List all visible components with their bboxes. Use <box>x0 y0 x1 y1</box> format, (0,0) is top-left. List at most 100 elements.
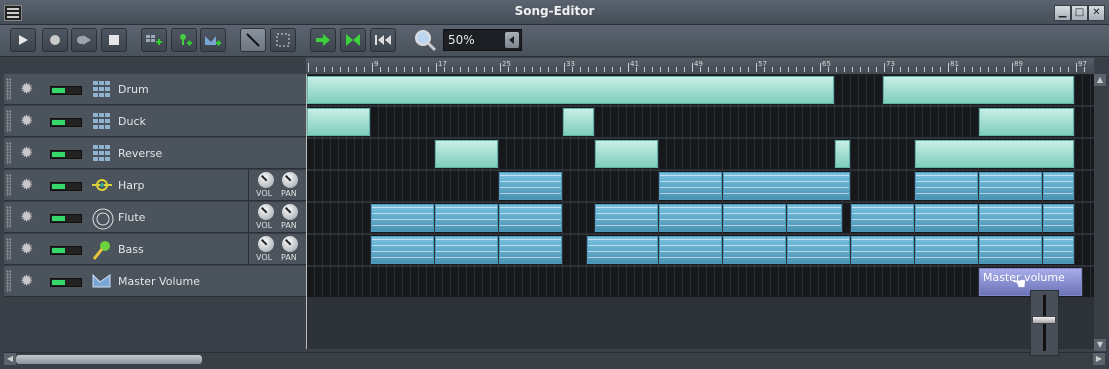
instrument-pattern-clip[interactable] <box>435 236 498 264</box>
pattern-row[interactable] <box>306 107 1094 138</box>
gear-icon[interactable]: ✹ <box>20 113 33 129</box>
scroll-right-icon[interactable]: ▶ <box>1093 353 1105 365</box>
drag-handle-icon[interactable] <box>6 206 11 228</box>
mute-toggle[interactable] <box>50 150 82 159</box>
instrument-pattern-clip[interactable] <box>435 204 498 232</box>
volume-knob[interactable] <box>258 172 274 188</box>
instrument-pattern-clip[interactable] <box>659 172 722 200</box>
track-name[interactable]: Reverse <box>118 147 162 160</box>
drag-handle-icon[interactable] <box>6 110 11 132</box>
vertical-scrollbar[interactable]: ▲ ▼ <box>1094 74 1107 352</box>
instrument-pattern-clip[interactable] <box>723 236 786 264</box>
instrument-pattern-clip[interactable] <box>787 204 842 232</box>
track-reverse[interactable]: ✹ Reverse <box>4 138 306 169</box>
minimize-button[interactable]: ▁ <box>1054 5 1071 21</box>
beat-pattern-clip[interactable] <box>979 108 1074 136</box>
mute-toggle[interactable] <box>50 86 82 95</box>
instrument-pattern-clip[interactable] <box>659 204 722 232</box>
track-harp[interactable]: ✹ Harp VOL PAN <box>4 170 306 201</box>
instrument-pattern-clip[interactable] <box>787 236 850 264</box>
instrument-pattern-clip[interactable] <box>979 204 1042 232</box>
zoom-arrow-icon[interactable] <box>505 32 519 48</box>
edit-mode-button[interactable] <box>270 28 296 52</box>
record-button[interactable] <box>42 28 68 52</box>
pan-knob[interactable] <box>282 204 298 220</box>
pan-knob[interactable] <box>282 236 298 252</box>
track-name[interactable]: Master Volume <box>118 275 200 288</box>
stop-button[interactable] <box>101 28 127 52</box>
instrument-pattern-clip[interactable] <box>915 204 978 232</box>
beat-pattern-clip[interactable] <box>915 140 1074 168</box>
instrument-pattern-clip[interactable] <box>499 172 562 200</box>
drag-handle-icon[interactable] <box>6 238 11 260</box>
auto-scroll-button[interactable] <box>310 28 336 52</box>
mute-toggle[interactable] <box>50 246 82 255</box>
drag-handle-icon[interactable] <box>6 270 11 292</box>
add-automation-track-button[interactable] <box>200 28 226 52</box>
maximize-button[interactable]: □ <box>1071 5 1088 21</box>
scroll-up-icon[interactable]: ▲ <box>1094 74 1106 86</box>
add-sample-track-button[interactable] <box>171 28 197 52</box>
instrument-pattern-clip[interactable] <box>659 236 722 264</box>
mute-toggle[interactable] <box>50 118 82 127</box>
beat-pattern-clip[interactable] <box>563 108 594 136</box>
volume-knob[interactable] <box>258 236 274 252</box>
instrument-pattern-clip[interactable] <box>851 204 914 232</box>
beat-pattern-clip[interactable] <box>883 76 1074 104</box>
loop-points-button[interactable] <box>340 28 366 52</box>
instrument-pattern-clip[interactable] <box>499 204 562 232</box>
track-flute[interactable]: ✹ Flute VOL PAN <box>4 202 306 233</box>
gear-icon[interactable]: ✹ <box>20 145 33 161</box>
instrument-pattern-clip[interactable] <box>371 236 434 264</box>
gear-icon[interactable]: ✹ <box>20 241 33 257</box>
drag-handle-icon[interactable] <box>6 174 11 196</box>
zoom-select[interactable]: 50% <box>443 29 522 51</box>
pattern-row[interactable]: Master volume <box>306 267 1094 298</box>
pattern-row[interactable] <box>306 203 1094 234</box>
record-play-button[interactable] <box>71 28 97 52</box>
play-button[interactable] <box>10 28 36 52</box>
drag-handle-icon[interactable] <box>6 142 11 164</box>
draw-mode-button[interactable] <box>240 28 266 52</box>
instrument-pattern-clip[interactable] <box>1043 172 1074 200</box>
instrument-pattern-clip[interactable] <box>723 172 850 200</box>
track-drum[interactable]: ✹ Drum <box>4 74 306 105</box>
volume-knob[interactable] <box>258 204 274 220</box>
gear-icon[interactable]: ✹ <box>20 209 33 225</box>
pattern-row[interactable] <box>306 75 1094 106</box>
add-beat-bassline-button[interactable] <box>141 28 167 52</box>
instrument-pattern-clip[interactable] <box>979 236 1042 264</box>
track-name[interactable]: Drum <box>118 83 149 96</box>
scroll-down-icon[interactable]: ▼ <box>1094 339 1106 351</box>
close-button[interactable]: ✕ <box>1088 5 1105 21</box>
instrument-pattern-clip[interactable] <box>1043 236 1074 264</box>
instrument-pattern-clip[interactable] <box>851 236 914 264</box>
instrument-pattern-clip[interactable] <box>499 236 562 264</box>
mute-toggle[interactable] <box>50 278 82 287</box>
track-name[interactable]: Duck <box>118 115 146 128</box>
pattern-row[interactable] <box>306 139 1094 170</box>
drag-handle-icon[interactable] <box>6 78 11 100</box>
track-master-volume[interactable]: ✹ Master Volume <box>4 266 306 297</box>
instrument-pattern-clip[interactable] <box>1043 204 1074 232</box>
horizontal-scroll-thumb[interactable] <box>16 355 202 364</box>
horizontal-scrollbar[interactable]: ◀ ▶ <box>4 352 1106 366</box>
pattern-row[interactable] <box>306 171 1094 202</box>
gear-icon[interactable]: ✹ <box>20 177 33 193</box>
instrument-pattern-clip[interactable] <box>371 204 434 232</box>
track-bass[interactable]: ✹ Bass VOL PAN <box>4 234 306 265</box>
scroll-left-icon[interactable]: ◀ <box>4 353 16 365</box>
gear-icon[interactable]: ✹ <box>20 81 33 97</box>
beat-pattern-clip[interactable] <box>435 140 498 168</box>
instrument-pattern-clip[interactable] <box>915 236 978 264</box>
instrument-pattern-clip[interactable] <box>979 172 1042 200</box>
back-to-start-button[interactable] <box>370 28 396 52</box>
automation-value-fader[interactable] <box>1030 290 1059 356</box>
beat-pattern-clip[interactable] <box>307 108 370 136</box>
pattern-row[interactable] <box>306 235 1094 266</box>
instrument-pattern-clip[interactable] <box>595 204 658 232</box>
beat-pattern-clip[interactable] <box>307 76 834 104</box>
instrument-pattern-clip[interactable] <box>723 204 786 232</box>
gear-icon[interactable]: ✹ <box>20 273 33 289</box>
fader-knob[interactable] <box>1032 316 1056 324</box>
